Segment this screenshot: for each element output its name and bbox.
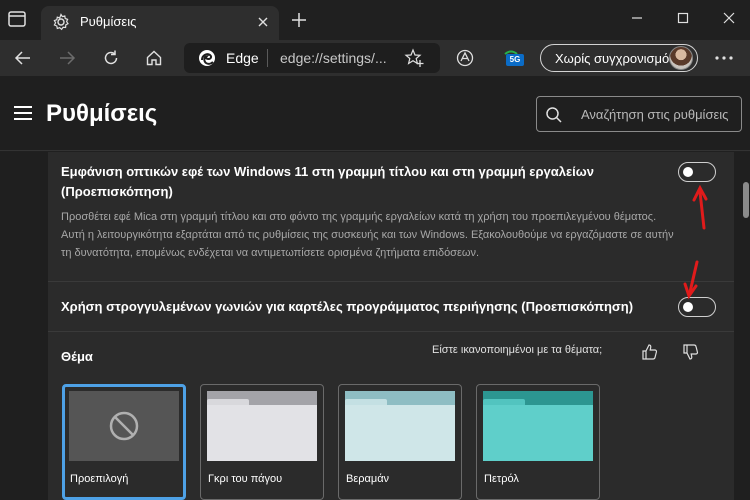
avatar: [669, 46, 693, 70]
tab-actions-icon[interactable]: [6, 9, 30, 31]
toggle-rounded-tabs[interactable]: [678, 297, 716, 317]
theme-option-label: Βεραμάν: [346, 473, 390, 485]
edge-logo-icon: [199, 50, 215, 66]
title-bar: Ρυθμίσεις: [0, 0, 750, 40]
tab-settings[interactable]: Ρυθμίσεις: [41, 6, 279, 40]
address-separator: [267, 49, 268, 67]
window-close-button[interactable]: [714, 6, 744, 30]
new-tab-icon[interactable]: [289, 10, 309, 30]
page-title: Ρυθμίσεις: [46, 100, 158, 127]
theme-option-petrol[interactable]: Πετρόλ: [476, 384, 600, 500]
settings-header: Ρυθμίσεις: [0, 76, 750, 151]
gear-icon: [53, 13, 69, 31]
setting-title-rounded-tabs: Χρήση στρογγυλεμένων γωνιών για καρτέλες…: [61, 299, 634, 314]
add-favorite-icon[interactable]: [404, 48, 426, 68]
setting-row-rounded-tabs: Χρήση στρογγυλεμένων γωνιών για καρτέλες…: [48, 282, 734, 332]
toggle-knob: [683, 302, 693, 312]
theme-option-mint[interactable]: Βεραμάν: [338, 384, 462, 500]
setting-title-mica: Εμφάνιση οπτικών εφέ των Windows 11 στη …: [61, 164, 594, 199]
theme-option-label: Προεπιλογή: [70, 473, 129, 485]
theme-option-ice-grey[interactable]: Γκρι του πάγου: [200, 384, 324, 500]
forward-button[interactable]: [54, 46, 80, 70]
toggle-mica[interactable]: [678, 162, 716, 182]
theme-preview-mint: [345, 391, 455, 461]
theme-option-label: Γκρι του πάγου: [208, 473, 283, 485]
extension-icon: [456, 49, 474, 67]
home-icon: [146, 50, 162, 66]
theme-preview-petrol: [483, 391, 593, 461]
more-options-icon[interactable]: [712, 48, 736, 68]
theme-section-label: Θέμα: [61, 349, 93, 364]
address-bar[interactable]: Edge edge://settings/...: [184, 43, 440, 73]
close-icon[interactable]: [255, 14, 271, 30]
maximize-button[interactable]: [668, 6, 698, 30]
forward-arrow-icon: [60, 51, 76, 65]
search-input[interactable]: [581, 97, 741, 131]
settings-content: Εμφάνιση οπτικών εφέ των Windows 11 στη …: [0, 152, 750, 500]
thumbs-down-icon[interactable]: [681, 342, 701, 362]
theme-preview-ice-grey: [207, 391, 317, 461]
theme-preview-default: [69, 391, 179, 461]
extension-button[interactable]: [452, 46, 478, 70]
browser-toolbar: Edge edge://settings/... 5G Χωρίς συγχρο…: [0, 40, 750, 76]
appearance-card: Εμφάνιση οπτικών εφέ των Windows 11 στη …: [48, 152, 734, 500]
network-badge: 5G: [506, 54, 524, 66]
back-button[interactable]: [10, 46, 36, 70]
setting-row-mica: Εμφάνιση οπτικών εφέ των Windows 11 στη …: [48, 152, 734, 282]
address-app-label: Edge: [226, 50, 259, 66]
minimize-button[interactable]: [622, 6, 652, 30]
refresh-icon: [104, 50, 118, 65]
scrollbar-thumb[interactable]: [743, 182, 749, 218]
home-button[interactable]: [141, 46, 167, 70]
toggle-knob: [683, 167, 693, 177]
sync-label: Χωρίς συγχρονισμό: [555, 51, 670, 66]
address-url: edge://settings/...: [280, 50, 387, 66]
menu-hamburger-icon[interactable]: [14, 106, 32, 120]
theme-option-default[interactable]: Προεπιλογή: [62, 384, 186, 500]
tab-title: Ρυθμίσεις: [80, 14, 137, 29]
sync-profile-button[interactable]: Χωρίς συγχρονισμό: [540, 44, 698, 72]
theme-feedback-question: Είστε ικανοποιημένοι με τα θέματα;: [432, 344, 603, 356]
back-arrow-icon: [14, 51, 30, 65]
refresh-button[interactable]: [98, 46, 124, 70]
search-icon: [546, 107, 562, 123]
search-box[interactable]: [536, 96, 742, 132]
theme-option-label: Πετρόλ: [484, 473, 519, 485]
setting-description-mica: Προσθέτει εφέ Mica στη γραμμή τίτλου και…: [61, 211, 674, 259]
thumbs-up-icon[interactable]: [640, 342, 660, 362]
